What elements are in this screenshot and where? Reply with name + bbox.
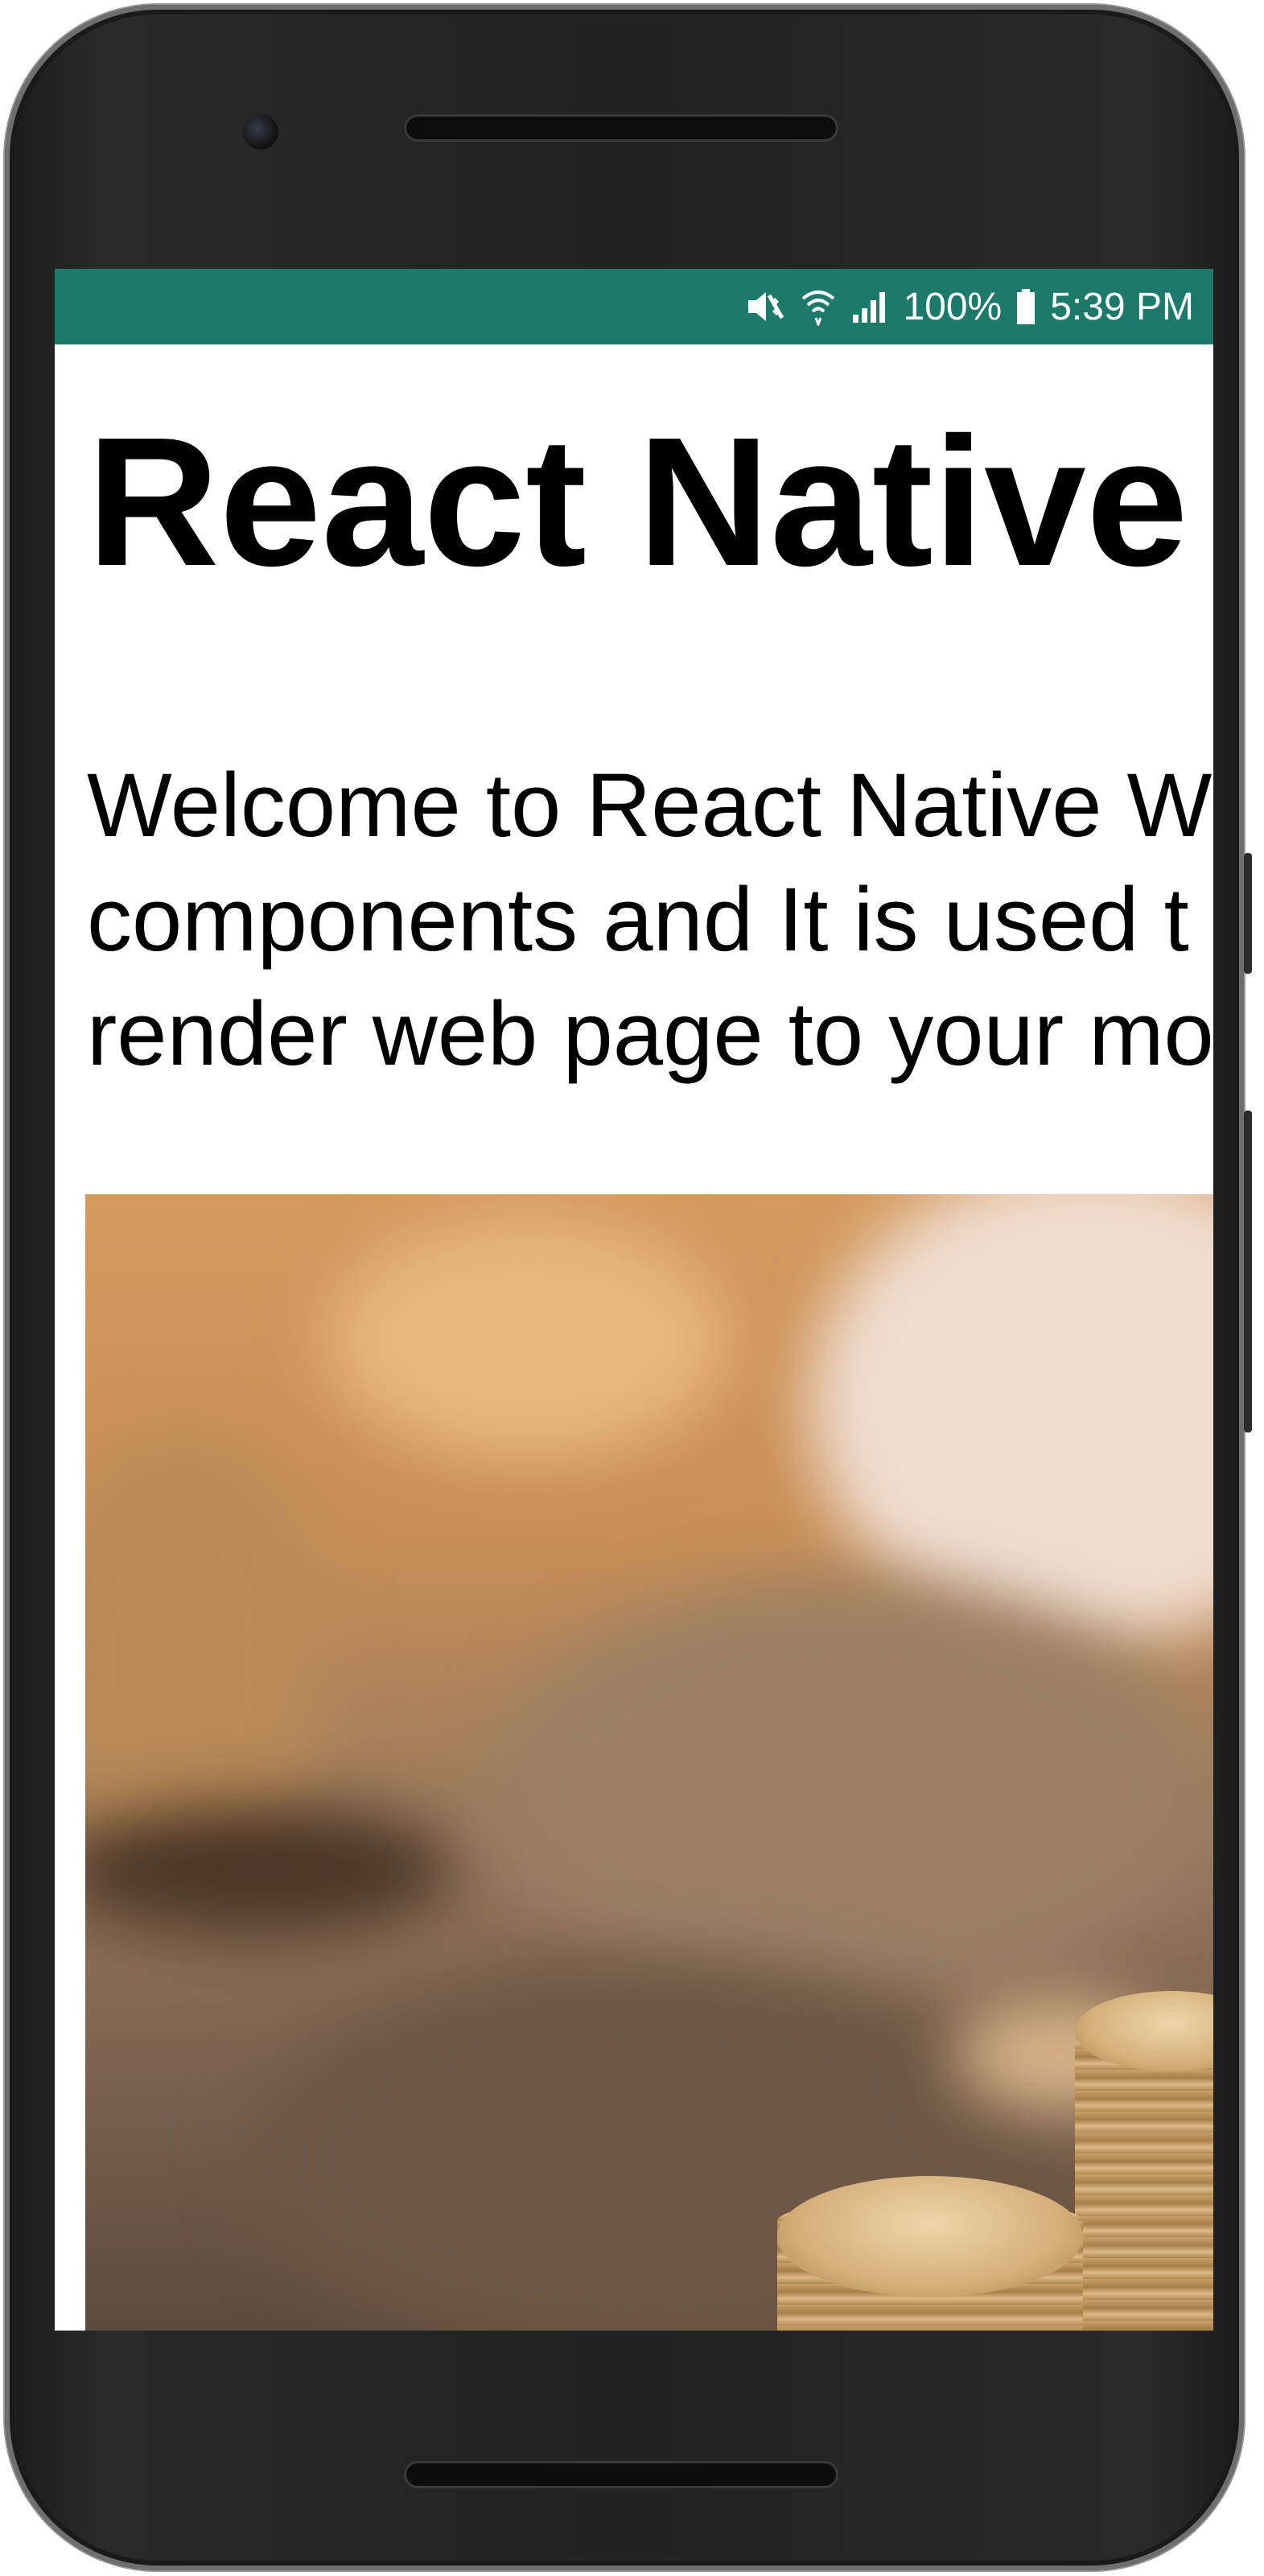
wifi-icon xyxy=(800,287,837,326)
battery-icon xyxy=(1015,287,1037,326)
status-bar: 100% 5:39 PM xyxy=(55,269,1213,344)
signal-icon xyxy=(850,287,890,326)
front-camera-icon xyxy=(243,114,278,150)
coin-top-left xyxy=(777,2176,1083,2297)
page-stage: 100% 5:39 PM React Native Welcome to Rea… xyxy=(0,0,1264,2576)
image-midtone xyxy=(488,1581,1212,1999)
coins-photo xyxy=(85,1194,1213,2331)
paragraph-line: components and It is used t xyxy=(87,869,1189,970)
image-shadow xyxy=(85,1806,455,1935)
device-screen: 100% 5:39 PM React Native Welcome to Rea… xyxy=(55,269,1213,2331)
power-button xyxy=(1244,1111,1252,1432)
image-highlight xyxy=(809,1194,1213,1645)
top-speaker-grille xyxy=(404,114,838,142)
paragraph-line: render web page to your mo xyxy=(87,983,1213,1084)
volume-button xyxy=(1244,853,1252,974)
battery-percent: 100% xyxy=(903,285,1003,328)
page-title: React Native xyxy=(87,400,1188,604)
welcome-paragraph: Welcome to React Native W components and… xyxy=(87,748,1213,1091)
status-bar-icons: 100% 5:39 PM xyxy=(745,269,1194,344)
paragraph-line: Welcome to React Native W xyxy=(87,755,1213,855)
bottom-speaker-grille xyxy=(404,2461,838,2488)
mute-vibrate-icon xyxy=(745,287,787,326)
phone-frame: 100% 5:39 PM React Native Welcome to Rea… xyxy=(5,5,1244,2570)
status-time: 5:39 PM xyxy=(1050,285,1194,328)
image-highlight xyxy=(327,1218,729,1460)
